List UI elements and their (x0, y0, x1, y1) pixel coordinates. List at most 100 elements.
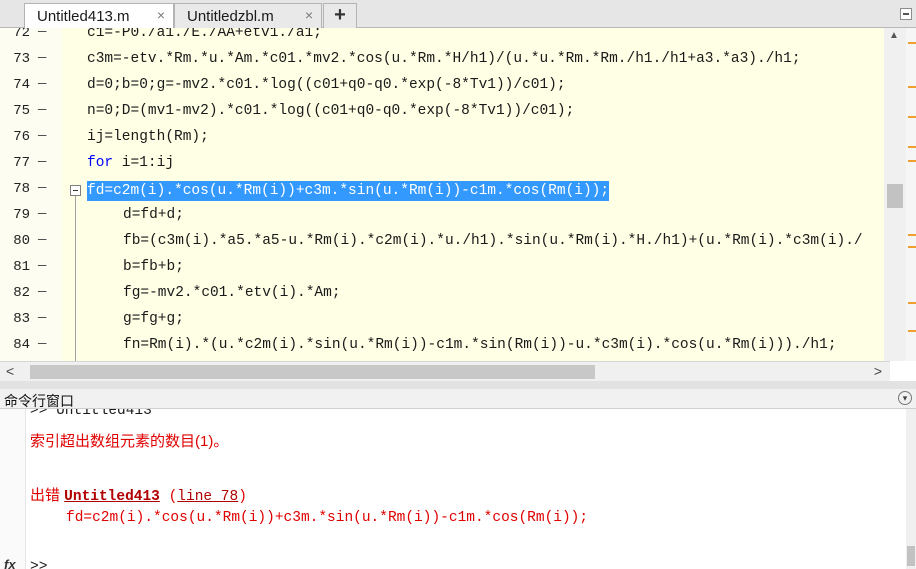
line-number: 76 (13, 129, 30, 145)
code-editor[interactable]: 72 — c1=-P0./a1./E./AA+etv1./a1; 73 — c3… (0, 28, 916, 361)
error-file-link[interactable]: Untitled413 (64, 489, 160, 505)
scrollbar-thumb[interactable] (907, 546, 915, 566)
breakpoint-dash[interactable]: — (38, 336, 46, 352)
code-text: fb=(c3m(i).*a5.*a5-u.*Rm(i).*c2m(i).*u./… (123, 233, 863, 249)
breakpoint-dash[interactable]: — (38, 180, 46, 196)
scrollbar-thumb[interactable] (887, 184, 903, 208)
breakpoint-dash[interactable]: — (38, 258, 46, 274)
code-text: ij=length(Rm); (87, 129, 209, 145)
command-window[interactable]: >> Untitled413 索引超出数组元素的数目(1)。 出错 Untitl… (0, 409, 906, 569)
error-code-line: fd=c2m(i).*cos(u.*Rm(i))+c3m.*sin(u.*Rm(… (66, 510, 589, 526)
fold-guide-line (75, 196, 76, 361)
add-tab-button[interactable]: + (323, 3, 357, 28)
breakpoint-dash[interactable]: — (38, 102, 46, 118)
panel-splitter[interactable] (0, 381, 916, 389)
warning-marker[interactable] (908, 160, 916, 162)
code-line[interactable]: 80 — fb=(c3m(i).*a5.*a5-u.*Rm(i).*c2m(i)… (0, 230, 916, 256)
previous-command: >> Untitled413 (30, 409, 152, 419)
command-prompt[interactable]: >> (30, 559, 47, 569)
keyword-for: for (87, 155, 114, 171)
warning-marker[interactable] (908, 330, 916, 332)
line-number: 77 (13, 155, 30, 171)
code-text: c1=-P0./a1./E./AA+etv1./a1; (87, 28, 322, 41)
error-message: 索引超出数组元素的数目(1)。 (30, 433, 229, 450)
editor-tab-strip: Untitled413.m × Untitledzbl.m × + (0, 0, 916, 29)
command-window-margin (0, 409, 26, 569)
warning-marker[interactable] (908, 116, 916, 118)
code-text: g=fg+g; (123, 311, 184, 327)
breakpoint-dash[interactable]: — (38, 28, 46, 40)
code-text: n=0;D=(mv1-mv2).*c01.*log((c01+q0-q0.*ex… (87, 103, 575, 119)
breakpoint-dash[interactable]: — (38, 76, 46, 92)
code-line[interactable]: 83 — g=fg+g; (0, 308, 916, 334)
error-location: 出错 Untitled413 (line 78) (30, 484, 247, 505)
warning-marker[interactable] (908, 42, 916, 44)
scroll-up-icon[interactable]: ▲ (889, 30, 899, 41)
line-number: 80 (13, 233, 30, 249)
breakpoint-dash[interactable]: — (38, 232, 46, 248)
error-paren-close: ) (238, 489, 247, 505)
code-text: c3m=-etv.*Rm.*u.*Am.*c01.*mv2.*cos(u.*Rm… (87, 51, 801, 67)
fold-toggle-icon[interactable] (70, 185, 81, 196)
breakpoint-dash[interactable]: — (38, 284, 46, 300)
tab-label: Untitled413.m (37, 8, 130, 25)
tab-untitled413[interactable]: Untitled413.m × (24, 3, 174, 29)
error-prefix: 出错 (30, 487, 65, 504)
warning-marker[interactable] (908, 146, 916, 148)
line-number: 72 (13, 28, 30, 41)
line-number: 83 (13, 311, 30, 327)
selected-code-text: fd=c2m(i).*cos(u.*Rm(i))+c3m.*sin(u.*Rm(… (87, 181, 610, 201)
error-line-link[interactable]: line 78 (177, 489, 238, 505)
code-text: d=fd+d; (123, 207, 184, 223)
code-text: fg=-mv2.*c01.*etv(i).*Am; (123, 285, 341, 301)
breakpoint-dash[interactable]: — (38, 128, 46, 144)
code-text: d=0;b=0;g=-mv2.*c01.*log((c01+q0-q0.*exp… (87, 77, 566, 93)
breakpoint-dash[interactable]: — (38, 206, 46, 222)
warning-marker[interactable] (908, 234, 916, 236)
warning-marker[interactable] (908, 302, 916, 304)
close-icon[interactable]: × (157, 7, 165, 23)
code-line[interactable]: 79 — d=fd+d; (0, 204, 916, 230)
breakpoint-dash[interactable]: — (38, 50, 46, 66)
breakpoint-dash[interactable]: — (38, 154, 46, 170)
error-paren-open: ( (159, 489, 178, 505)
minimize-icon[interactable] (900, 8, 912, 20)
editor-horizontal-scrollbar[interactable]: < > (0, 361, 890, 381)
scrollbar-thumb[interactable] (30, 365, 595, 379)
code-text: for i=1:ij (87, 155, 174, 171)
chevron-down-icon[interactable]: ▾ (898, 391, 912, 405)
line-number: 78 (13, 181, 30, 197)
code-text: b=fb+b; (123, 259, 184, 275)
code-line[interactable]: 82 — fg=-mv2.*c01.*etv(i).*Am; (0, 282, 916, 308)
line-number: 74 (13, 77, 30, 93)
fx-icon[interactable]: fx (4, 557, 16, 569)
line-number: 75 (13, 103, 30, 119)
code-line[interactable]: 73 — c3m=-etv.*Rm.*u.*Am.*c01.*mv2.*cos(… (0, 48, 916, 74)
code-line[interactable]: 72 — c1=-P0./a1./E./AA+etv1./a1; (0, 28, 916, 48)
code-line[interactable]: 77 — for i=1:ij (0, 152, 916, 178)
code-line[interactable]: 76 — ij=length(Rm); (0, 126, 916, 152)
command-window-header: 命令行窗口 ▾ (0, 389, 916, 409)
close-icon[interactable]: × (305, 7, 313, 23)
scroll-right-icon[interactable]: > (874, 363, 882, 379)
code-line[interactable]: 75 — n=0;D=(mv1-mv2).*c01.*log((c01+q0-q… (0, 100, 916, 126)
code-line[interactable]: 74 — d=0;b=0;g=-mv2.*c01.*log((c01+q0-q0… (0, 74, 916, 100)
line-number: 73 (13, 51, 30, 67)
editor-vertical-scrollbar[interactable]: ▲ (884, 28, 906, 361)
warning-marker[interactable] (908, 86, 916, 88)
breakpoint-dash[interactable]: — (38, 310, 46, 326)
tab-untitledzbl[interactable]: Untitledzbl.m × (174, 3, 322, 28)
line-number: 81 (13, 259, 30, 275)
code-text: fn=Rm(i).*(u.*c2m(i).*sin(u.*Rm(i))-c1m.… (123, 337, 837, 353)
code-analyzer-markers (906, 28, 916, 361)
line-number: 84 (13, 337, 30, 353)
code-line[interactable]: 81 — b=fb+b; (0, 256, 916, 282)
code-text-rest: i=1:ij (113, 155, 175, 171)
scroll-left-icon[interactable]: < (6, 363, 14, 379)
tab-label: Untitledzbl.m (187, 8, 274, 25)
warning-marker[interactable] (908, 246, 916, 248)
code-line[interactable]: 84 — fn=Rm(i).*(u.*c2m(i).*sin(u.*Rm(i))… (0, 334, 916, 360)
code-line-selected[interactable]: 78 — fd=c2m(i).*cos(u.*Rm(i))+c3m.*sin(u… (0, 178, 916, 204)
line-number: 79 (13, 207, 30, 223)
command-window-scrollbar[interactable] (906, 409, 916, 569)
